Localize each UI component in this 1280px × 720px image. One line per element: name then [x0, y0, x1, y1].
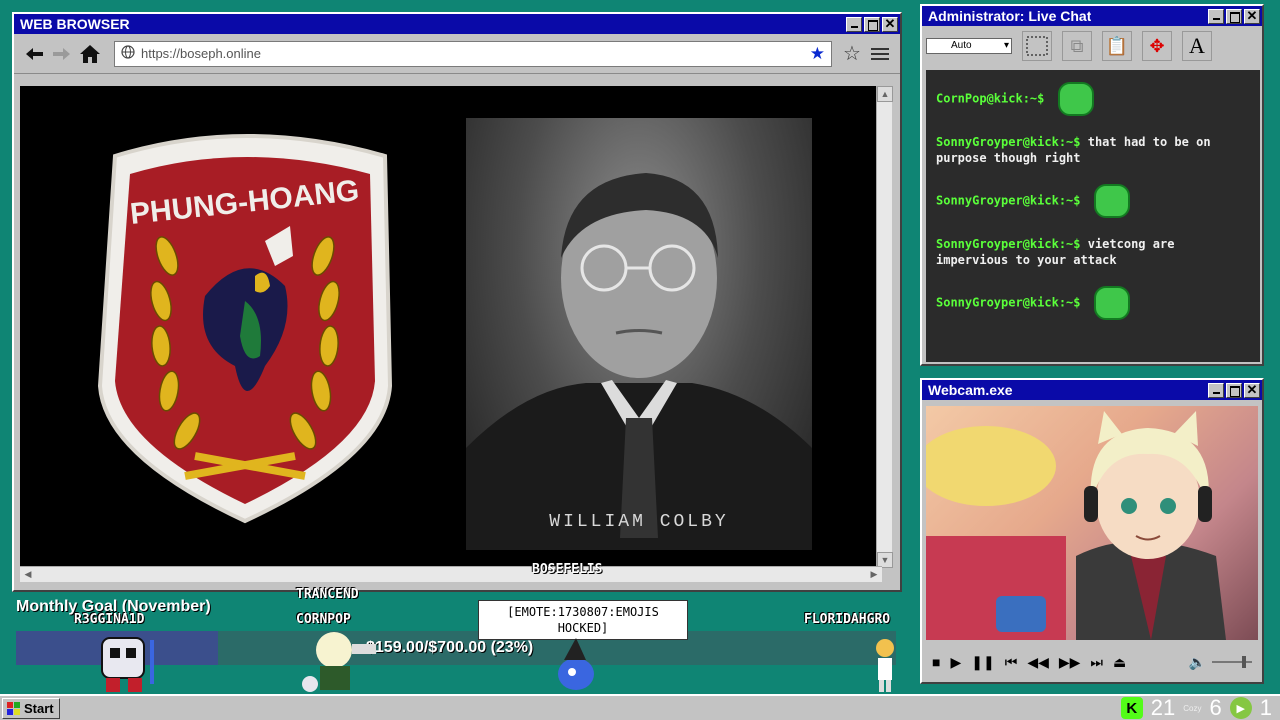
chat-username: CornPop@kick:~$ — [936, 91, 1045, 106]
skip-back-icon[interactable]: ⏮ — [1005, 654, 1018, 671]
fast-forward-icon[interactable]: ▶▶ — [1059, 654, 1081, 671]
system-tray: K 21 Cozy 6 ▶ 1 — [1120, 695, 1272, 720]
frog-emote-icon — [1093, 184, 1130, 218]
video-viewport[interactable]: PHUNG-HOANG WILLIAM COLBY — [20, 86, 882, 568]
volume-icon[interactable]: 🔈 — [1189, 654, 1206, 671]
chat-message: SonnyGroyper@kick:~$ — [936, 184, 1250, 218]
pause-icon[interactable]: ❚❚ — [971, 654, 994, 671]
phung-hoang-patch: PHUNG-HOANG — [97, 134, 393, 524]
menu-icon[interactable] — [866, 40, 894, 68]
colby-photo: WILLIAM COLBY — [466, 118, 812, 550]
copy-icon[interactable]: ⧉ — [1062, 31, 1092, 61]
chat-username: SonnyGroyper@kick:~$ — [936, 295, 1081, 310]
chat-username: SonnyGroyper@kick:~$ — [936, 135, 1081, 149]
maximize-button[interactable] — [1226, 382, 1242, 398]
paste-icon[interactable]: 📋 — [1102, 31, 1132, 61]
penguin-sprite — [558, 638, 594, 690]
rewind-icon[interactable]: ◀◀ — [1027, 654, 1049, 671]
chat-message: SonnyGroyper@kick:~$ that had to be on p… — [936, 134, 1250, 166]
home-icon[interactable] — [76, 40, 104, 68]
live-chat-window: Administrator: Live Chat ✕ Auto ⧉ 📋 ✥ A … — [920, 4, 1264, 366]
chat-log[interactable]: CornPop@kick:~$ SonnyGroyper@kick:~$ tha… — [926, 70, 1260, 362]
minimize-button[interactable] — [846, 16, 862, 32]
browser-title: WEB BROWSER — [20, 16, 130, 32]
kick-viewer-count: 21 — [1150, 695, 1176, 720]
cozy-viewer-count: 6 — [1209, 695, 1222, 720]
vertical-scrollbar[interactable]: ▲ ▼ — [876, 86, 893, 568]
rumble-viewer-count: 1 — [1259, 695, 1272, 720]
bookmark-star-icon[interactable]: ★ — [810, 44, 825, 64]
anime-avatar-image — [926, 411, 1226, 640]
scroll-right-icon[interactable]: ▶ — [866, 567, 882, 582]
horizontal-scrollbar[interactable]: ◀ ▶ — [20, 566, 882, 582]
browser-titlebar[interactable]: WEB BROWSER ✕ — [14, 14, 900, 34]
webcam-titlebar[interactable]: Webcam.exe ✕ — [922, 380, 1262, 400]
chat-message: SonnyGroyper@kick:~$ — [936, 286, 1250, 320]
rumble-icon: ▶ — [1229, 697, 1252, 719]
favorites-icon[interactable]: ☆ — [838, 40, 866, 68]
girl-sprite — [876, 639, 894, 692]
screaming-frog-emote-icon — [1093, 286, 1130, 320]
cornpop-sprite — [302, 632, 376, 692]
stop-icon[interactable]: ■ — [932, 654, 940, 670]
chat-message: SonnyGroyper@kick:~$ vietcong are imperv… — [936, 236, 1250, 268]
chat-message: CornPop@kick:~$ — [936, 82, 1250, 116]
globe-icon — [121, 45, 135, 62]
overlay-username: R3GGINA1D — [74, 612, 145, 627]
minimize-button[interactable] — [1208, 382, 1224, 398]
video-caption: WILLIAM COLBY — [549, 512, 729, 532]
chat-username: SonnyGroyper@kick:~$ — [936, 237, 1081, 251]
windows-logo-icon — [7, 701, 20, 715]
taskbar: Start K 21 Cozy 6 ▶ 1 — [0, 694, 1280, 720]
address-bar[interactable]: https://boseph.online ★ — [114, 40, 832, 67]
maximize-button[interactable] — [1226, 8, 1242, 24]
font-select[interactable]: Auto — [926, 38, 1012, 54]
minimize-button[interactable] — [1208, 8, 1224, 24]
flex-arm-emote-icon — [1057, 82, 1094, 116]
url-text: https://boseph.online — [141, 46, 261, 61]
browser-window: WEB BROWSER ✕ https://boseph.online ★ ☆ — [12, 12, 902, 592]
close-button[interactable]: ✕ — [1244, 8, 1260, 24]
robot-sprite — [101, 637, 154, 692]
volume-slider[interactable] — [1212, 656, 1252, 668]
start-label: Start — [24, 701, 54, 716]
close-button[interactable]: ✕ — [1244, 382, 1260, 398]
overlay-username: FLORIDAHGRO — [804, 612, 891, 627]
skip-forward-icon[interactable]: ⏭ — [1090, 654, 1103, 671]
text-icon[interactable]: A — [1182, 31, 1212, 61]
start-button[interactable]: Start — [2, 698, 60, 719]
scroll-up-icon[interactable]: ▲ — [877, 86, 893, 102]
scroll-left-icon[interactable]: ◀ — [20, 567, 36, 582]
chat-toolbar: Auto ⧉ 📋 ✥ A — [922, 26, 1262, 66]
chat-titlebar[interactable]: Administrator: Live Chat ✕ — [922, 6, 1262, 26]
back-icon[interactable] — [20, 40, 48, 68]
media-controls: ■ ▶ ❚❚ ⏮ ◀◀ ▶▶ ⏭ ⏏ 🔈 — [926, 646, 1258, 678]
kick-icon: K — [1120, 697, 1143, 719]
close-button[interactable]: ✕ — [882, 16, 898, 32]
webcam-title: Webcam.exe — [928, 382, 1013, 398]
cozy-icon: Cozy — [1183, 703, 1202, 713]
goal-amount: $159.00/$700.00 (23%) — [366, 639, 534, 656]
webcam-window: Webcam.exe ✕ ■ ▶ ❚❚ ⏮ ◀◀ ▶▶ ⏭ ⏏ 🔈 — [920, 378, 1264, 684]
forward-icon[interactable] — [48, 40, 76, 68]
overlay-username: TRANCEND — [296, 587, 359, 602]
browser-toolbar: https://boseph.online ★ ☆ — [14, 34, 900, 74]
maximize-button[interactable] — [864, 16, 880, 32]
overlay-username: BOSEFELIS — [532, 562, 603, 577]
move-icon[interactable]: ✥ — [1142, 31, 1172, 61]
play-icon[interactable]: ▶ — [950, 654, 961, 671]
eject-icon[interactable]: ⏏ — [1113, 654, 1126, 671]
webcam-view — [926, 406, 1258, 640]
overlay-username: CORNPOP — [296, 612, 351, 627]
chat-username: SonnyGroyper@kick:~$ — [936, 193, 1081, 208]
select-icon[interactable] — [1022, 31, 1052, 61]
chat-title: Administrator: Live Chat — [928, 8, 1092, 24]
